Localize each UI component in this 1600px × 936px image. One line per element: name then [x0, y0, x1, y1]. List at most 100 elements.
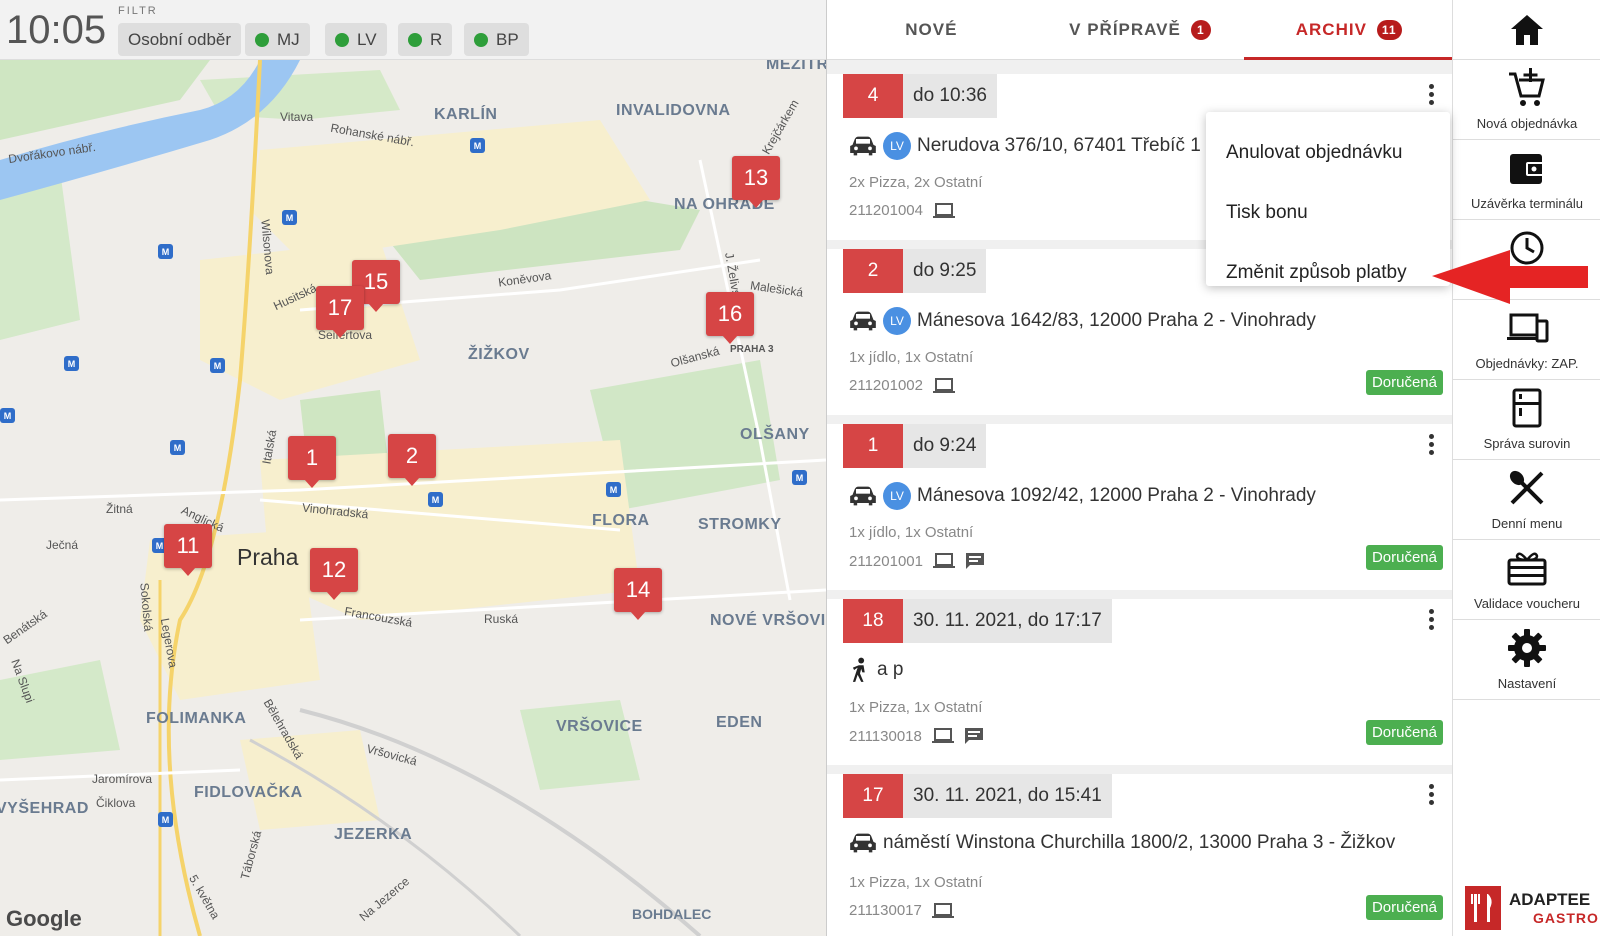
- laptop-icon: [931, 728, 954, 743]
- district-label: VYŠEHRAD: [0, 800, 89, 817]
- order-code: 211201001: [849, 552, 923, 570]
- order-code: 211201002: [849, 377, 923, 394]
- wallet-icon: [1505, 146, 1549, 190]
- sidebar-item-orders-toggle[interactable]: Objednávky: ZAP.: [1453, 300, 1600, 380]
- order-code: 211130017: [849, 902, 922, 919]
- logo-mark: [1465, 886, 1501, 930]
- filter-chip-pickup[interactable]: Osobní odběr: [118, 23, 242, 56]
- car-icon: [850, 311, 876, 331]
- street-label: Vitava: [280, 110, 314, 124]
- sidebar-item-label: Objednávky: ZAP.: [1475, 356, 1579, 371]
- sidebar-item-voucher-validation[interactable]: Validace voucheru: [1453, 540, 1600, 620]
- fridge-icon: [1505, 386, 1549, 430]
- tab-archive[interactable]: ARCHIV 11: [1244, 0, 1452, 60]
- order-deadline: 30. 11. 2021, do 17:17: [903, 599, 1112, 643]
- map-pin[interactable]: 1: [288, 436, 336, 488]
- menu-item-cancel-order[interactable]: Anulovat objednávku: [1226, 142, 1402, 164]
- order-items: 1x Pizza, 1x Ostatní: [849, 699, 983, 716]
- count-badge: 1: [1190, 20, 1211, 40]
- order-address: Nerudova 376/10, 67401 Třebíč 1: [917, 135, 1201, 156]
- laptop-icon: [931, 902, 954, 918]
- map-pin[interactable]: 2: [388, 434, 436, 486]
- tab-label: V PŘÍPRAVĚ: [1069, 20, 1181, 39]
- metro-icon: M: [64, 356, 79, 371]
- map-pin[interactable]: 17: [316, 286, 364, 338]
- district-label: FIDLOVAČKA: [194, 784, 303, 801]
- clock: 10:05: [6, 8, 107, 52]
- map-pin[interactable]: 11: [164, 524, 212, 576]
- sidebar-item-settings[interactable]: Nastavení: [1453, 620, 1600, 700]
- courier-badge: LV: [883, 482, 911, 510]
- street-label: Žitná: [106, 502, 133, 516]
- metro-icon: M: [428, 492, 443, 507]
- status-dot: [474, 32, 488, 47]
- map-pin[interactable]: 16: [706, 292, 754, 344]
- order-items: 1x jídlo, 1x Ostatní: [849, 349, 974, 366]
- tab-new[interactable]: NOVÉ: [827, 0, 1036, 60]
- sidebar-item-label: Nová objednávka: [1476, 116, 1578, 131]
- status-dot: [335, 32, 349, 47]
- order-address: a p: [877, 659, 904, 680]
- more-menu-icon[interactable]: [1429, 784, 1435, 808]
- order-card[interactable]: 17 30. 11. 2021, do 15:41 náměstí Winsto…: [827, 774, 1452, 936]
- sidebar-item-daily-menu[interactable]: Denní menu: [1453, 460, 1600, 540]
- more-menu-icon[interactable]: [1429, 434, 1435, 458]
- order-address: náměstí Winstona Churchilla 1800/2, 1300…: [883, 832, 1396, 853]
- map-pin[interactable]: 14: [614, 568, 662, 620]
- chip-label: BP: [496, 29, 519, 49]
- status-badge: Doručená: [1365, 370, 1443, 395]
- order-address-row: náměstí Winstona Churchilla 1800/2, 1300…: [849, 832, 1395, 854]
- tab-in-preparation[interactable]: V PŘÍPRAVĚ 1: [1036, 0, 1245, 60]
- filter-chip-mj[interactable]: MJ: [245, 23, 310, 56]
- order-items: 1x Pizza, 1x Ostatní: [849, 874, 983, 891]
- order-tabs: NOVÉ V PŘÍPRAVĚ 1 ARCHIV 11: [827, 0, 1452, 60]
- order-deadline: do 9:24: [903, 424, 987, 468]
- sidebar-item-ingredients[interactable]: Správa surovin: [1453, 380, 1600, 460]
- order-card[interactable]: 1 do 9:24 LV Mánesova 1092/42, 12000 Pra…: [827, 424, 1452, 590]
- sidebar-item-label: Validace voucheru: [1474, 596, 1580, 611]
- street-label: Ječná: [46, 538, 79, 552]
- district-label: INVALIDOVNA: [616, 102, 731, 119]
- street-label: Jaromírova: [92, 772, 153, 786]
- map-pin[interactable]: 13: [732, 156, 780, 208]
- home-icon: [1505, 8, 1549, 52]
- metro-icon: M: [158, 812, 173, 827]
- status-badge: Doručená: [1365, 895, 1443, 920]
- map[interactable]: KARLÍN INVALIDOVNA NA OHRADĚ ŽIŽKOV OLŠA…: [0, 56, 826, 936]
- sidebar-item-home[interactable]: [1453, 0, 1600, 60]
- district-label: EDEN: [716, 714, 763, 731]
- street-label: PRAHA 3: [730, 344, 774, 355]
- chip-label: MJ: [277, 29, 300, 49]
- district-label: FOLIMANKA: [146, 710, 247, 727]
- sidebar-item-label: Uzávěrka terminálu: [1471, 196, 1583, 211]
- filter-chip-lv[interactable]: LV: [325, 23, 387, 56]
- order-code-row: 211201001: [849, 552, 985, 570]
- order-number: 1: [843, 424, 903, 468]
- city-label: Praha: [237, 544, 299, 570]
- gear-icon: [1505, 626, 1549, 670]
- more-menu-icon[interactable]: [1429, 609, 1435, 633]
- metro-icon: M: [210, 358, 225, 373]
- metro-icon: M: [158, 244, 173, 259]
- status-dot: [255, 32, 269, 47]
- sidebar-item-new-order[interactable]: Nová objednávka: [1453, 60, 1600, 140]
- laptop-icon: [932, 202, 955, 218]
- filter-chip-bp[interactable]: BP: [464, 23, 529, 56]
- street-label: BOHDALEC: [632, 906, 712, 922]
- google-logo: Google: [6, 906, 82, 931]
- menu-item-change-payment[interactable]: Změnit způsob platby: [1226, 262, 1407, 284]
- district-label: NOVÉ VRŠOVICE: [710, 612, 826, 629]
- filter-chip-r[interactable]: R: [398, 23, 453, 56]
- order-address: Mánesova 1642/83, 12000 Praha 2 - Vinohr…: [917, 310, 1316, 331]
- metro-icon: M: [792, 470, 807, 485]
- order-card[interactable]: 18 30. 11. 2021, do 17:17 a p 1x Pizza, …: [827, 599, 1452, 765]
- map-pin[interactable]: 12: [310, 548, 358, 600]
- menu-item-print-receipt[interactable]: Tisk bonu: [1226, 202, 1308, 224]
- district-label: FLORA: [592, 512, 650, 529]
- more-menu-icon[interactable]: [1429, 84, 1435, 108]
- devices-icon: [1505, 306, 1549, 350]
- cutlery-icon: [1505, 466, 1549, 510]
- order-deadline: do 9:25: [903, 249, 987, 293]
- sidebar-item-terminal-closing[interactable]: Uzávěrka terminálu: [1453, 140, 1600, 220]
- metro-icon: M: [282, 210, 297, 225]
